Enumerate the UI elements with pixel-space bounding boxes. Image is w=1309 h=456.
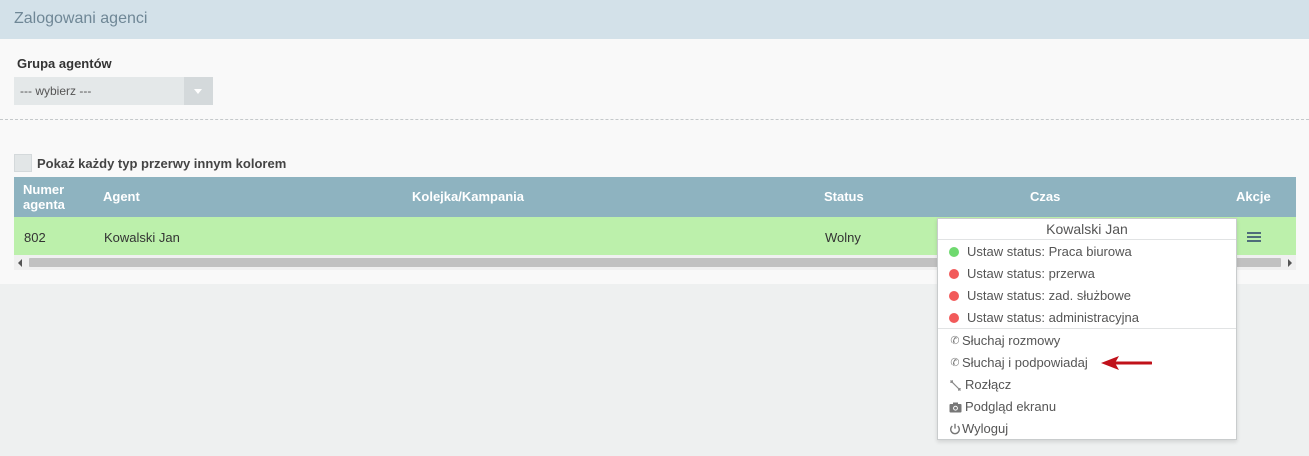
power-icon <box>948 418 962 443</box>
status-dot-icon <box>949 291 959 301</box>
menu-item-listen[interactable]: ✆ Słuchaj rozmowy <box>938 330 1236 352</box>
page-header: Zalogowani agenci <box>0 0 1309 39</box>
menu-separator <box>938 328 1236 329</box>
list-icon[interactable] <box>1247 232 1261 242</box>
menu-item-status-office[interactable]: Ustaw status: Praca biurowa <box>938 241 1236 263</box>
menu-item-status-business[interactable]: Ustaw status: zad. służbowe <box>938 285 1236 307</box>
agent-number-cell: 802 <box>24 230 46 245</box>
menu-item-disconnect[interactable]: Rozłącz <box>938 374 1236 396</box>
column-header-status[interactable]: Status <box>824 189 864 204</box>
menu-item-screen-preview[interactable]: Podgląd ekranu <box>938 396 1236 418</box>
phone-icon: ✆ <box>950 357 960 369</box>
phone-icon: ✆ <box>950 335 960 347</box>
page-title: Zalogowani agenci <box>14 10 148 27</box>
menu-item-status-break[interactable]: Ustaw status: przerwa <box>938 263 1236 285</box>
status-dot-icon <box>949 269 959 279</box>
agent-group-select[interactable]: --- wybierz --- <box>14 77 213 105</box>
agent-group-select-value: --- wybierz --- <box>20 84 92 98</box>
menu-item-logout[interactable]: Wyloguj <box>938 418 1236 440</box>
column-header-number[interactable]: Numer agenta <box>23 182 65 212</box>
color-breaks-checkbox[interactable] <box>14 154 32 172</box>
scroll-left-icon[interactable] <box>18 259 22 267</box>
scroll-right-icon[interactable] <box>1288 259 1292 267</box>
agent-name-cell: Kowalski Jan <box>104 230 180 245</box>
column-header-time[interactable]: Czas <box>1030 189 1060 204</box>
status-dot-icon <box>949 247 959 257</box>
column-header-queue[interactable]: Kolejka/Kampania <box>412 189 524 204</box>
menu-item-status-admin[interactable]: Ustaw status: administracyjna <box>938 307 1236 329</box>
column-header-agent[interactable]: Agent <box>103 189 140 204</box>
agents-table-header: Numer agenta Agent Kolejka/Kampania Stat… <box>14 177 1296 217</box>
section-divider <box>0 119 1309 120</box>
agent-status-cell: Wolny <box>825 230 861 245</box>
annotation-arrow-icon <box>1101 356 1152 370</box>
color-breaks-label[interactable]: Pokaż każdy typ przerwy innym kolorem <box>37 156 286 171</box>
status-dot-icon <box>949 313 959 323</box>
column-header-actions: Akcje <box>1236 189 1271 204</box>
context-menu-title: Kowalski Jan <box>938 219 1236 240</box>
menu-item-whisper[interactable]: ✆ Słuchaj i podpowiadaj <box>938 352 1236 374</box>
agent-group-label: Grupa agentów <box>17 56 112 71</box>
agent-context-menu: Kowalski Jan Ustaw status: Praca biurowa… <box>937 218 1237 440</box>
select-dropdown-button[interactable] <box>184 77 213 105</box>
chevron-down-icon <box>194 89 202 94</box>
